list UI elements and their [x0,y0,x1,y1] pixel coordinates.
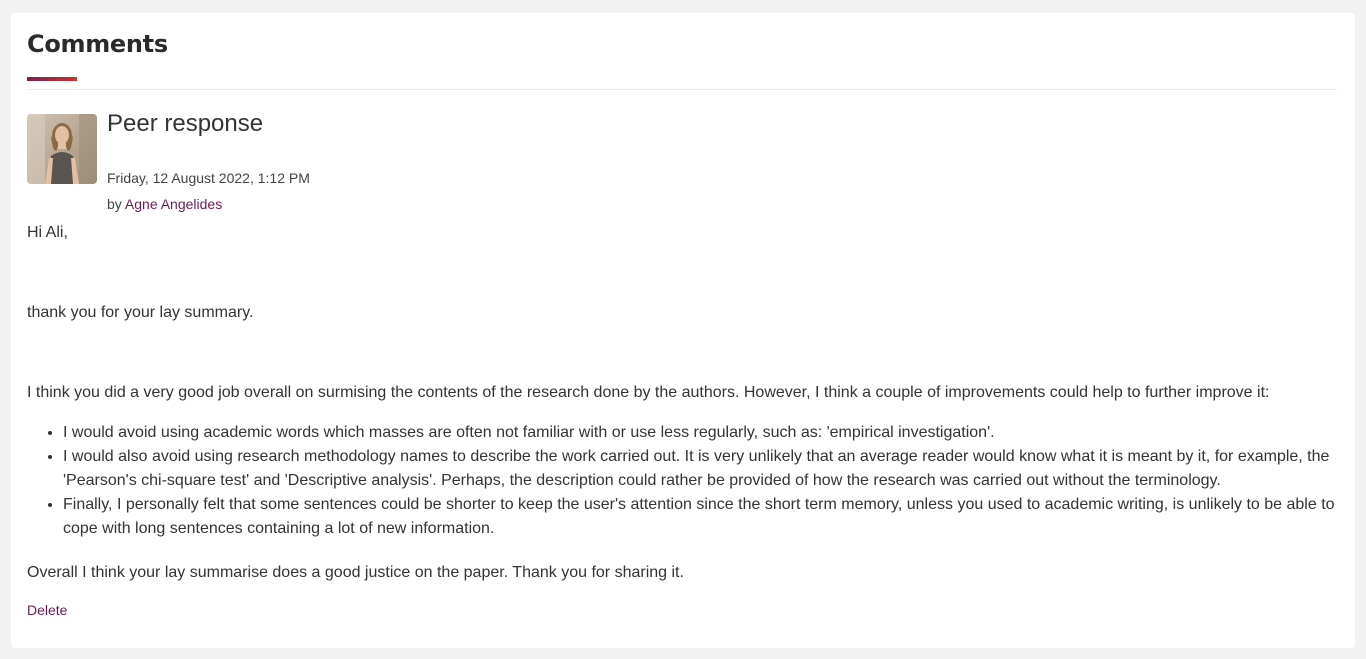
comment-byline: by Agne Angelides [107,196,310,212]
section-title: Comments [27,30,168,58]
suggestion-item: I would avoid using academic words which… [63,421,1339,445]
author-link[interactable]: Agne Angelides [125,196,222,212]
section-divider [27,89,1337,90]
comment-intro: I think you did a very good job overall … [27,384,1270,401]
comment-thanks: thank you for your lay summary. [27,304,254,321]
comments-card: Comments Peer response Friday, 12 August… [11,13,1355,648]
comment-subject: Peer response [107,110,264,137]
comment-body: Hi Ali, thank you for your lay summary. … [27,221,1339,585]
byline-prefix: by [107,196,125,212]
suggestion-item: I would also avoid using research method… [63,445,1339,493]
title-underline [27,77,77,81]
comment-date: Friday, 12 August 2022, 1:12 PM [107,170,310,186]
delete-link[interactable]: Delete [27,602,67,618]
comment-closing: Overall I think your lay summarise does … [27,564,684,581]
comment-header: Peer response Friday, 12 August 2022, 1:… [27,110,1339,213]
suggestion-list: I would avoid using academic words which… [27,421,1339,541]
comment-greeting: Hi Ali, [27,224,68,241]
avatar[interactable] [27,114,97,184]
comment: Peer response Friday, 12 August 2022, 1:… [27,110,1339,620]
comment-meta: Peer response Friday, 12 August 2022, 1:… [107,110,310,213]
suggestion-item: Finally, I personally felt that some sen… [63,493,1339,541]
